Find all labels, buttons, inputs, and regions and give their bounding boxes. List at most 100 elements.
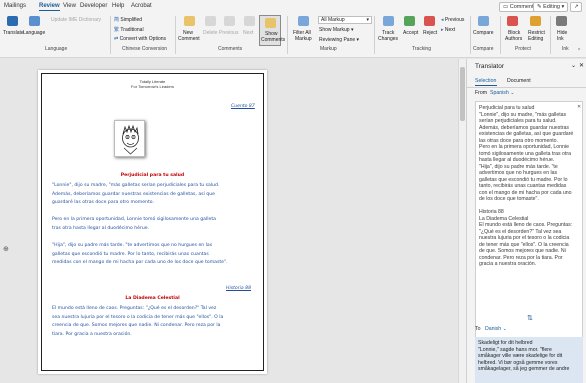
close-icon[interactable]: ✕: [579, 62, 584, 69]
delete-comment-button[interactable]: Delete: [203, 30, 217, 36]
source-language-select[interactable]: Spanish ⌄: [490, 90, 515, 96]
source-text-line: serían perjudiciales para tu salud.: [479, 118, 557, 124]
editing-mode-button[interactable]: ✎ Editing ▾: [533, 2, 569, 12]
navigation-icon[interactable]: ⊕: [3, 245, 9, 253]
translate-button[interactable]: Translate: [3, 30, 24, 36]
group-separator: [500, 16, 501, 54]
show-markup-button[interactable]: Show Markup ▾: [319, 27, 353, 33]
filter-markup-line2[interactable]: Markup: [295, 36, 312, 42]
restrict-editing-line2[interactable]: Editing: [528, 36, 543, 42]
clear-text-icon[interactable]: ✕: [577, 104, 581, 110]
chevron-down-icon: ⌄: [502, 326, 507, 332]
share-button[interactable]: ↗: [570, 2, 582, 12]
source-text-line: advertimos que no hurgues en las: [479, 170, 558, 176]
source-text-line: "Hija", dijo su padre más tarde. "te: [479, 163, 558, 170]
page-header: Totally Literate For Tomorrow's Leaders: [38, 79, 267, 89]
tab-selection[interactable]: Selection: [475, 78, 496, 84]
source-text-line: "Lonnie", dijo su madre, "más galletas: [479, 111, 567, 118]
block-authors-line2[interactable]: Authors: [505, 36, 522, 42]
previous-comment-icon: [224, 16, 235, 26]
swap-languages-icon[interactable]: ⇅: [527, 314, 533, 322]
tab-review[interactable]: Review: [39, 3, 60, 11]
word-window: Mailings Review View Developer Help Acro…: [0, 0, 586, 383]
translation-line: småkager ville være skadelige for dit: [478, 353, 563, 359]
collapse-ribbon-icon[interactable]: ⌃: [577, 48, 581, 54]
document-scrollbar[interactable]: [458, 59, 466, 383]
traditional-button[interactable]: 繁 Traditional: [114, 26, 144, 33]
language-icon[interactable]: [29, 16, 40, 26]
source-text-line: Historia 88: [479, 209, 504, 215]
story1-heading: Cuento 87: [231, 104, 255, 109]
chevron-down-icon: ⌄: [510, 90, 515, 96]
story1-line: tras otra hasta llegar al duodécimo héru…: [52, 225, 150, 231]
story2-heading: Historia 88: [226, 286, 252, 291]
hide-ink-line2[interactable]: Ink: [557, 36, 564, 42]
pane-options-icon[interactable]: ⌄: [571, 62, 576, 69]
tab-acrobat[interactable]: Acrobat: [131, 3, 152, 9]
header-line-2: For Tomorrow's Leaders: [131, 84, 174, 89]
accept-button[interactable]: Accept: [403, 30, 418, 36]
cartoon-boy-icon: [122, 124, 139, 155]
source-text-line: nuestra lujuria por el tesoro o la codic…: [479, 235, 570, 241]
group-separator: [374, 16, 375, 54]
show-comments-button[interactable]: Show Comments: [259, 15, 285, 46]
delete-comment-icon: [205, 16, 216, 26]
accept-icon: [404, 16, 415, 26]
convert-icon: ⇄: [114, 36, 119, 42]
convert-options-button[interactable]: ⇄ Convert with Options: [114, 36, 166, 42]
story1-body: "Lonnie", dijo su madre, "más galletas s…: [52, 182, 228, 268]
translate-icon[interactable]: [7, 16, 18, 26]
simplified-icon: 简: [114, 17, 120, 23]
display-for-review-select[interactable]: All Markup ▾: [318, 16, 372, 24]
group-separator: [175, 16, 176, 54]
new-comment-icon: [184, 16, 195, 26]
reject-button[interactable]: Reject: [423, 30, 437, 36]
story1-line: [52, 208, 228, 217]
simplified-button[interactable]: 简 Simplified: [114, 16, 142, 23]
source-text-line: Además, deberíamos guardar nuestras: [479, 124, 569, 131]
tab-selection-underline: [475, 85, 497, 86]
block-authors-icon: [507, 16, 518, 26]
previous-change-button[interactable]: ◂ Previous: [441, 17, 464, 23]
reviewing-pane-label: Reviewing Pane: [319, 37, 356, 43]
previous-change-icon: ◂: [441, 17, 444, 23]
previous-comment-button[interactable]: Previous: [219, 30, 238, 36]
new-comment-line2[interactable]: Comment: [178, 36, 200, 42]
source-text-line: "¿Qué es el desorden?" Tal vez sea: [479, 228, 562, 235]
story1-line: guardaré las otras doce para otro moment…: [52, 200, 154, 206]
document-page[interactable]: Totally Literate For Tomorrow's Leaders …: [38, 70, 267, 374]
track-changes-line2[interactable]: Changes: [378, 36, 398, 42]
compare-icon: [478, 16, 489, 26]
next-change-icon: ▸: [441, 27, 444, 33]
tab-mailings[interactable]: Mailings: [4, 3, 26, 9]
story1-line: medidas con el mango de mi hacha por cad…: [52, 260, 228, 266]
translation-line: "Lonnie," sagde hans mor. "flere: [478, 346, 552, 353]
language-button[interactable]: Language: [23, 30, 45, 36]
scrollbar-thumb[interactable]: [460, 67, 465, 121]
source-text-line: galletas que escondió tu madre. Por lo: [479, 176, 568, 183]
group-label-language: Language: [45, 46, 68, 52]
story2-title: La Diadema Celestial: [125, 296, 180, 301]
left-margin: ⊕: [0, 59, 16, 383]
restrict-editing-icon: [530, 16, 541, 26]
compare-button[interactable]: Compare: [473, 30, 494, 36]
update-ime-button[interactable]: Update IME Dictionary: [51, 17, 101, 23]
show-markup-label: Show Markup: [319, 27, 350, 33]
story2-line: tiara. Por gracia a nuestra oración.: [52, 331, 132, 337]
source-text-line: de los doce que tomaste".: [479, 196, 539, 202]
traditional-icon: 繁: [114, 27, 120, 33]
tab-help[interactable]: Help: [112, 3, 124, 9]
next-comment-button[interactable]: Next: [243, 30, 253, 36]
track-changes-icon: [383, 16, 394, 26]
next-change-button[interactable]: ▸ Next: [441, 27, 455, 33]
target-language-select[interactable]: Danish ⌄: [485, 326, 507, 332]
reviewing-pane-button[interactable]: Reviewing Pane ▾: [319, 37, 359, 43]
convert-options-label: Convert with Options: [119, 36, 167, 42]
tab-view[interactable]: View: [63, 3, 76, 9]
all-markup-value: All Markup: [321, 17, 345, 23]
translation-line: helbred. Vi bør også gemme vores: [478, 359, 558, 366]
tab-document[interactable]: Document: [507, 78, 531, 84]
tab-developer[interactable]: Developer: [80, 3, 107, 9]
group-separator: [470, 16, 471, 54]
target-language-value: Danish: [485, 326, 502, 332]
